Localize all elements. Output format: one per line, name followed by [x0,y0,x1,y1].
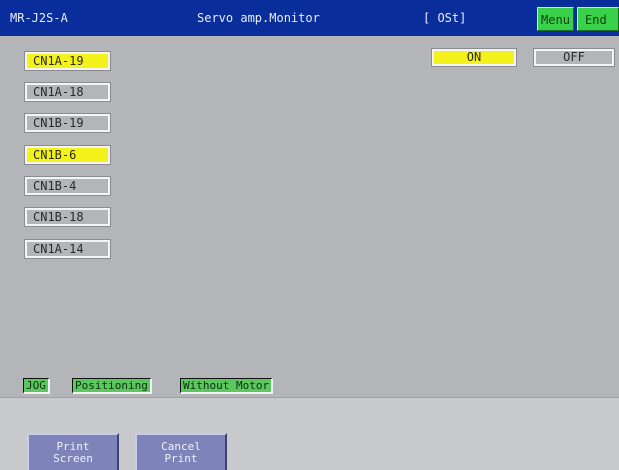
positioning-mode-button[interactable]: Positioning [72,378,152,394]
cancel-print-button[interactable]: Cancel Print [135,433,227,470]
cancel-print-label-line2: Print [164,452,198,465]
signal-cn1a-14: CN1A-14 [24,239,111,259]
signal-cn1b-19: CN1B-19 [24,113,111,133]
signal-cn1a-19: CN1A-19 [24,51,111,71]
status-indicator: [ OSt] [423,11,467,25]
legend-on: ON [431,48,517,67]
signal-cn1a-18: CN1A-18 [24,82,111,102]
print-screen-button[interactable]: Print Screen [27,433,119,470]
legend-off: OFF [533,48,615,67]
signal-cn1b-18: CN1B-18 [24,207,111,227]
without-motor-mode-button[interactable]: Without Motor [180,378,274,394]
signal-cn1b-6: CN1B-6 [24,145,111,165]
signal-cn1b-4: CN1B-4 [24,176,111,196]
end-button[interactable]: End [577,7,619,31]
model-name: MR-J2S-A [10,11,68,25]
menu-button[interactable]: Menu [537,7,574,31]
page-title: Servo amp.Monitor [197,11,320,25]
print-screen-label-line2: Screen [53,452,93,465]
header-bar: MR-J2S-A Servo amp.Monitor [ OSt] Menu E… [0,0,619,36]
servo-monitor-screen: MR-J2S-A Servo amp.Monitor [ OSt] Menu E… [0,0,619,470]
jog-mode-button[interactable]: JOG [23,378,50,394]
